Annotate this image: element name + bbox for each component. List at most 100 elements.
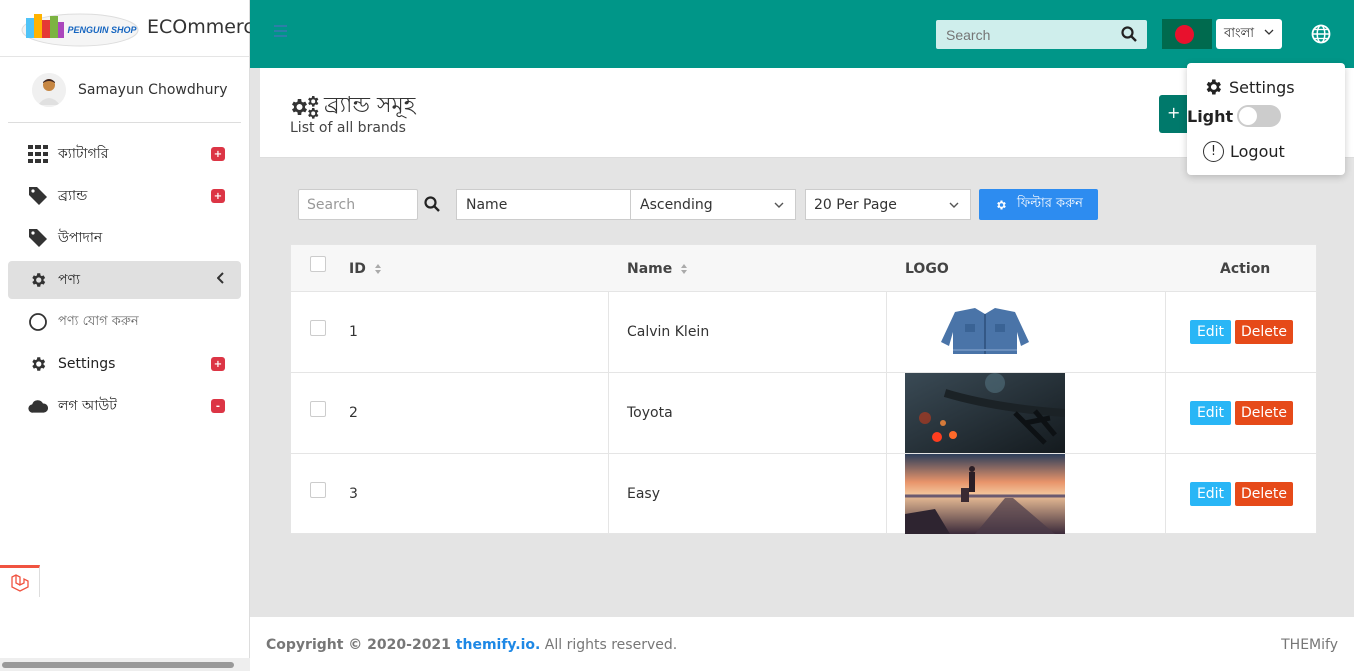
language-value: বাংলা — [1224, 25, 1255, 41]
column-action: Action — [1220, 261, 1271, 277]
sidebar-item-label: পণ্য যোগ করুন — [58, 313, 139, 329]
theme-toggle-row: Light — [1187, 105, 1282, 127]
brand-logo-image — [905, 454, 1065, 534]
filter-search-input[interactable]: Search — [298, 189, 418, 220]
grid-icon — [28, 144, 48, 164]
sidebar-scrollbar[interactable] — [0, 658, 250, 671]
brand-logo-image — [905, 373, 1066, 453]
sidebar-item-brand[interactable]: ব্র্যান্ড + — [8, 177, 241, 215]
sort-field-value: Name — [466, 196, 508, 213]
edit-button[interactable]: Edit — [1190, 482, 1231, 506]
footer-copyright: Copyright © 2020-2021 themify.io. All ri… — [266, 637, 677, 653]
sidebar-item-settings[interactable]: Settings + — [8, 345, 241, 383]
exclamation-icon: ! — [1203, 141, 1224, 162]
dropdown-settings[interactable]: Settings — [1203, 77, 1295, 97]
dropdown-settings-label: Settings — [1229, 77, 1295, 97]
chevron-down-icon — [1264, 27, 1274, 40]
delete-button[interactable]: Delete — [1235, 482, 1293, 506]
column-id-label: ID — [349, 261, 366, 277]
search-input[interactable] — [936, 26, 1106, 43]
sidebar-item-label: ব্র্যান্ড — [58, 188, 88, 204]
column-name[interactable]: Name — [627, 261, 688, 277]
brand-title: ECOmmerce — [147, 16, 266, 38]
sort-order-select[interactable]: Ascending — [630, 189, 796, 220]
chevron-down-icon — [948, 199, 960, 215]
table-row: 2 Toyota Edit Delete — [291, 373, 1316, 454]
filter-button-label: ফিল্টার করুন — [1017, 196, 1083, 211]
add-badge[interactable]: + — [211, 357, 225, 371]
circle-icon — [28, 312, 48, 332]
row-id: 3 — [349, 486, 358, 502]
avatar — [32, 72, 66, 107]
sidebar-item-material[interactable]: উপাদান — [8, 219, 241, 257]
delete-button[interactable]: Delete — [1235, 401, 1293, 425]
footer: Copyright © 2020-2021 themify.io. All ri… — [250, 617, 1354, 671]
user-dropdown: Settings Light ! Logout — [1187, 63, 1345, 175]
copyright-text: Copyright © 2020-2021 — [266, 637, 456, 653]
globe-icon[interactable] — [1311, 24, 1331, 48]
tag-icon — [28, 228, 48, 248]
sort-icon[interactable] — [374, 263, 382, 275]
remove-badge[interactable]: - — [211, 399, 225, 413]
laravel-debug-tab[interactable] — [0, 565, 40, 597]
table-header: ID Name LOGO Action — [291, 245, 1316, 292]
user-panel[interactable]: Samayun Chowdhury — [8, 57, 241, 123]
column-id[interactable]: ID — [349, 261, 382, 277]
sidebar: PENGUIN SHOP ECOmmerce Samayun Chowdhury… — [0, 0, 265, 671]
dropdown-logout-label: Logout — [1230, 142, 1285, 161]
add-badge[interactable]: + — [211, 147, 225, 161]
gears-icon — [292, 95, 319, 119]
row-id: 1 — [349, 324, 358, 340]
row-checkbox[interactable] — [310, 482, 326, 498]
footer-brand: THEMify — [1281, 637, 1338, 653]
topbar: বাংলা — [250, 0, 1354, 68]
edit-button[interactable]: Edit — [1190, 401, 1231, 425]
chevron-down-icon — [773, 199, 785, 215]
sidebar-item-label: পণ্য — [58, 272, 81, 288]
row-checkbox[interactable] — [310, 401, 326, 417]
sidebar-item-add-product[interactable]: পণ্য যোগ করুন — [8, 303, 241, 341]
sidebar-item-label: Settings — [58, 356, 116, 372]
add-badge[interactable]: + — [211, 189, 225, 203]
sidebar-item-logout[interactable]: লগ আউট - — [8, 387, 241, 425]
cloud-icon — [28, 396, 48, 416]
language-select[interactable]: বাংলা — [1216, 19, 1282, 49]
row-checkbox[interactable] — [310, 320, 326, 336]
themify-link[interactable]: themify.io. — [456, 637, 541, 653]
gear-icon — [997, 200, 1006, 209]
per-page-select[interactable]: 20 Per Page — [805, 189, 971, 220]
sidebar-item-category[interactable]: ক্যাটাগরি + — [8, 135, 241, 173]
search-icon[interactable] — [1121, 26, 1137, 46]
hamburger-icon[interactable] — [274, 25, 287, 39]
gear-icon — [1206, 79, 1221, 95]
gear-icon — [28, 270, 48, 290]
filter-button[interactable]: ফিল্টার করুন — [979, 189, 1098, 220]
user-name: Samayun Chowdhury — [78, 81, 228, 98]
select-all-checkbox[interactable] — [310, 256, 326, 272]
laravel-icon — [10, 573, 29, 592]
rights-text: All rights reserved. — [540, 637, 678, 653]
sidebar-item-label: ক্যাটাগরি — [58, 146, 109, 162]
sidebar-item-product[interactable]: পণ্য — [8, 261, 241, 299]
delete-button[interactable]: Delete — [1235, 320, 1293, 344]
sort-field-select[interactable]: Name — [456, 189, 632, 220]
theme-toggle[interactable] — [1237, 105, 1282, 127]
sort-icon[interactable] — [680, 263, 688, 275]
tag-icon — [28, 186, 48, 206]
dropdown-logout[interactable]: ! Logout — [1203, 141, 1285, 162]
top-search — [936, 20, 1147, 49]
search-icon[interactable] — [424, 196, 440, 216]
chevron-left-icon — [216, 272, 225, 287]
row-name: Calvin Klein — [627, 324, 710, 340]
brand-logo-image — [905, 292, 1065, 372]
column-logo: LOGO — [905, 261, 949, 277]
gear-icon — [28, 354, 48, 374]
row-name: Toyota — [627, 405, 673, 421]
theme-label: Light — [1187, 106, 1234, 126]
table-row: 1 Calvin Klein Edit Delete — [291, 292, 1316, 373]
sort-order-value: Ascending — [640, 196, 713, 213]
sidebar-item-label: উপাদান — [58, 230, 103, 246]
bangladesh-flag-icon[interactable] — [1162, 19, 1212, 49]
penguin-shop-logo[interactable]: PENGUIN SHOP — [20, 8, 140, 48]
edit-button[interactable]: Edit — [1190, 320, 1231, 344]
